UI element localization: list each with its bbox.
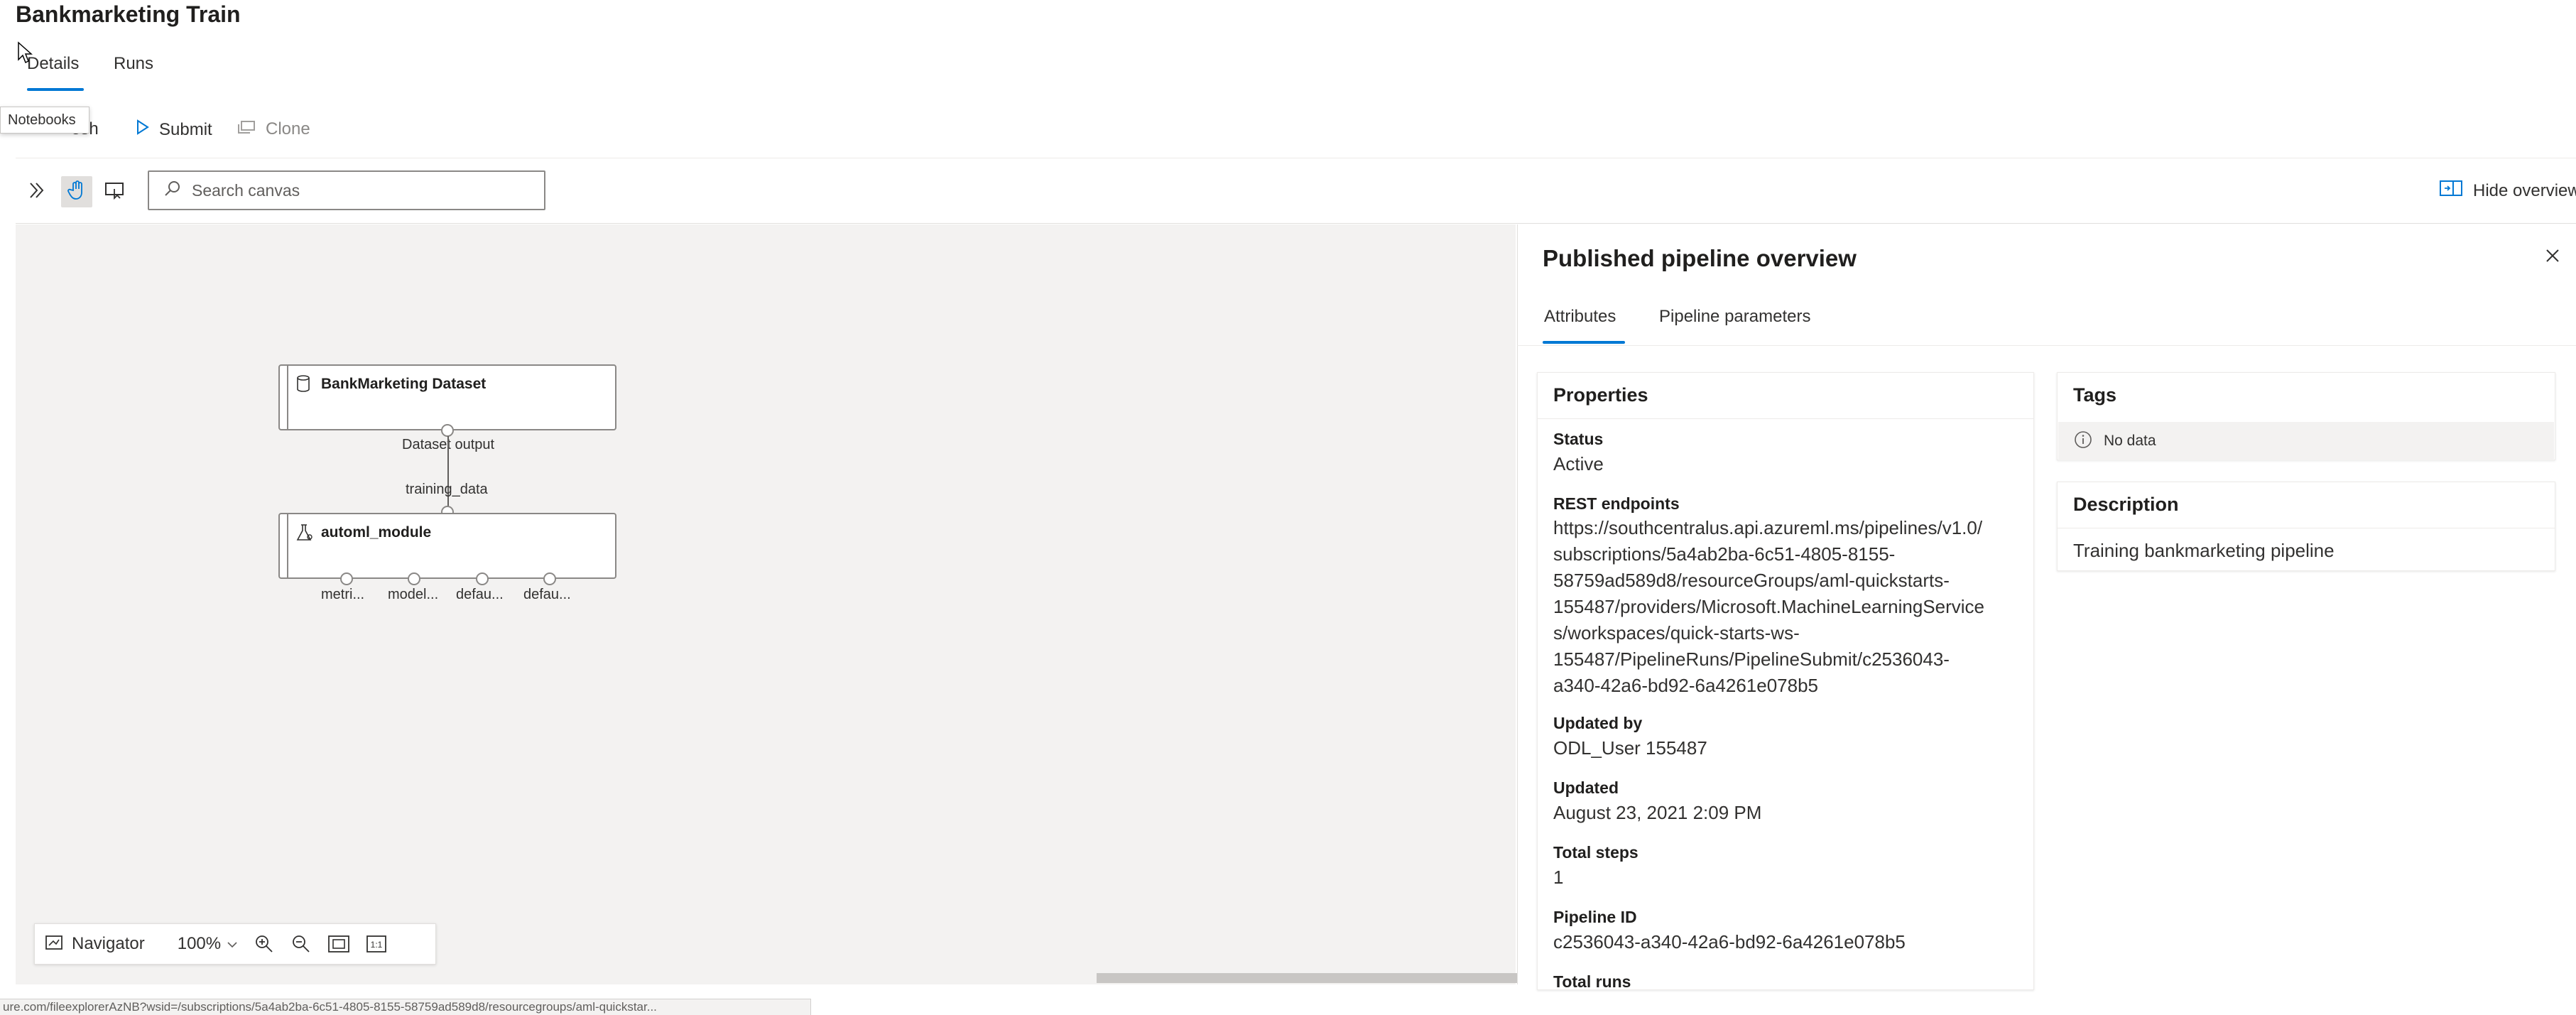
- clone-label: Clone: [266, 119, 310, 139]
- rest-endpoint-line: 155487/PipelineRuns/PipelineSubmit/c2536…: [1553, 648, 1950, 670]
- description-title: Description: [2073, 494, 2179, 515]
- properties-card: Properties Status Active REST endpoints …: [1537, 372, 2034, 990]
- search-icon: [163, 180, 182, 202]
- total-runs-label: Total runs: [1553, 972, 1631, 990]
- panel-toggle-icon: [2439, 179, 2463, 202]
- hide-overview-label: Hide overview: [2473, 180, 2576, 200]
- panel-title: Published pipeline overview: [1543, 245, 1857, 271]
- select-mode-button[interactable]: [99, 176, 131, 207]
- pipeline-id-value: c2536043-a340-42a6-bd92-6a4261e078b5: [1553, 931, 1906, 952]
- tab-attributes[interactable]: Attributes: [1544, 307, 1616, 327]
- submit-label: Submit: [159, 119, 212, 139]
- search-canvas-input[interactable]: Search canvas: [148, 170, 545, 210]
- mouse-cursor-icon: [17, 41, 33, 67]
- hand-icon: [67, 180, 86, 204]
- description-value: Training bankmarketing pipeline: [2073, 540, 2335, 561]
- updated-label: Updated: [1553, 778, 1619, 797]
- pipeline-edge: [447, 436, 449, 510]
- automl-node[interactable]: automl_module: [278, 513, 616, 579]
- status-value: Active: [1553, 453, 1604, 474]
- tab-details[interactable]: Details: [27, 54, 79, 74]
- flask-icon: [295, 523, 314, 546]
- automl-node-title: automl_module: [321, 524, 432, 541]
- fit-to-screen-icon[interactable]: [327, 934, 350, 954]
- rest-endpoint-line: 155487/providers/Microsoft.MachineLearni…: [1553, 596, 1984, 617]
- pipeline-id-label: Pipeline ID: [1553, 908, 1637, 926]
- output-port-label: metri...: [321, 587, 365, 602]
- clone-button[interactable]: Clone: [236, 119, 310, 139]
- output-port[interactable]: [408, 572, 420, 585]
- rest-endpoint-line: subscriptions/5a4ab2ba-6c51-4805-8155-: [1553, 543, 1896, 565]
- updated-by-value: ODL_User 155487: [1553, 737, 1707, 759]
- hide-overview-button[interactable]: Hide overview: [2439, 179, 2576, 202]
- pan-mode-button[interactable]: [61, 176, 92, 207]
- total-steps-value: 1: [1553, 867, 1564, 888]
- total-steps-label: Total steps: [1553, 843, 1638, 862]
- dataset-node-title: BankMarketing Dataset: [321, 376, 487, 392]
- description-card: Description Training bankmarketing pipel…: [2057, 482, 2555, 571]
- active-panel-tab-indicator: [1543, 341, 1625, 344]
- status-label: Status: [1553, 430, 1604, 448]
- output-port-label: defau...: [523, 587, 571, 602]
- rest-endpoint-line: s/workspaces/quick-starts-ws-: [1553, 622, 1800, 644]
- edge-training-data-label: training_data: [406, 482, 488, 497]
- zoom-value: 100%: [177, 934, 222, 953]
- tags-title: Tags: [2073, 384, 2117, 406]
- chevron-down-icon: [227, 934, 238, 954]
- tags-empty-text: No data: [2104, 433, 2156, 449]
- zoom-dropdown[interactable]: 100%: [178, 934, 238, 954]
- tab-pipeline-parameters[interactable]: Pipeline parameters: [1659, 307, 1810, 327]
- navigator-bar: Navigator 100% 1:1: [34, 923, 436, 965]
- card-divider: [1538, 418, 2033, 419]
- panel-tab-divider: [1517, 345, 2576, 346]
- double-chevron-right-icon: [27, 180, 47, 204]
- info-icon: [2074, 430, 2092, 452]
- output-port[interactable]: [543, 572, 556, 585]
- clone-icon: [236, 119, 256, 139]
- zoom-out-icon[interactable]: [290, 933, 312, 955]
- output-port-label: model...: [388, 587, 439, 602]
- output-port-label: defau...: [456, 587, 504, 602]
- page-title: Bankmarketing Train: [16, 1, 241, 27]
- rest-endpoint-value[interactable]: https://southcentralus.api.azureml.ms/pi…: [1553, 515, 2029, 699]
- search-placeholder: Search canvas: [192, 180, 300, 200]
- updated-value: August 23, 2021 2:09 PM: [1553, 802, 1762, 823]
- properties-title: Properties: [1553, 384, 1648, 406]
- tab-runs[interactable]: Runs: [114, 54, 153, 74]
- svg-text:1:1: 1:1: [371, 940, 383, 950]
- rest-endpoint-line: a340-42a6-bd92-6a4261e078b5: [1553, 675, 1819, 696]
- browser-status-bar: ure.com/fileexplorerAzNB?wsid=/subscript…: [0, 999, 811, 1015]
- dataset-output-port[interactable]: [441, 424, 454, 437]
- canvas-horizontal-scrollbar[interactable]: [1097, 973, 1517, 983]
- navigator-label[interactable]: Navigator: [72, 934, 145, 954]
- node-side-bar: [287, 366, 288, 429]
- expand-panel-button[interactable]: [21, 176, 53, 207]
- notebooks-tooltip: Notebooks: [0, 107, 89, 134]
- navigator-icon[interactable]: [45, 934, 63, 955]
- actual-size-icon[interactable]: 1:1: [366, 934, 387, 954]
- close-icon[interactable]: [2544, 247, 2561, 268]
- rest-endpoint-line: 58759ad589d8/resourceGroups/aml-quicksta…: [1553, 570, 1950, 591]
- tags-empty-row: No data: [2058, 422, 2554, 460]
- submit-button[interactable]: Submit: [136, 119, 212, 140]
- pipeline-canvas[interactable]: [16, 224, 1516, 984]
- rest-endpoint-line: https://southcentralus.api.azureml.ms/pi…: [1553, 517, 1983, 538]
- canvas-top-divider: [16, 223, 2576, 224]
- output-port[interactable]: [340, 572, 353, 585]
- active-tab-indicator: [27, 88, 84, 91]
- play-icon: [136, 119, 149, 140]
- dataset-node[interactable]: BankMarketing Dataset: [278, 364, 616, 430]
- database-icon: [295, 374, 311, 396]
- output-port[interactable]: [476, 572, 489, 585]
- zoom-in-icon[interactable]: [254, 933, 275, 955]
- updated-by-label: Updated by: [1553, 714, 1643, 732]
- rest-endpoints-label: REST endpoints: [1553, 494, 1680, 513]
- node-side-bar: [287, 514, 288, 577]
- screen-select-icon: [104, 181, 126, 203]
